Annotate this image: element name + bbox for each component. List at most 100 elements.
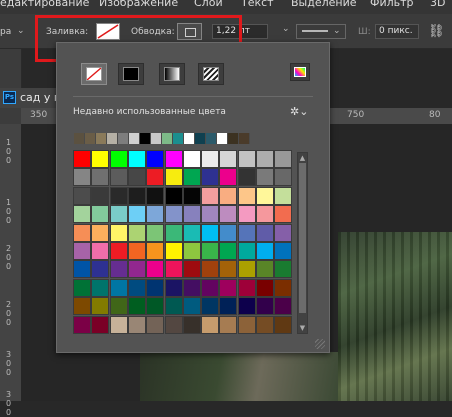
color-swatch[interactable] [91,150,110,168]
color-swatch[interactable] [219,297,238,316]
color-swatch[interactable] [237,315,256,334]
stroke-type-dropdown[interactable]: ⌄ [296,24,346,39]
recent-swatch[interactable] [195,133,206,144]
color-swatch[interactable] [109,242,128,260]
color-swatch[interactable] [219,278,238,297]
color-swatch[interactable] [127,297,146,316]
color-swatch[interactable] [146,168,165,187]
color-swatch[interactable] [237,150,256,168]
color-swatch[interactable] [201,297,220,316]
color-swatch[interactable] [73,186,91,205]
color-swatch[interactable] [127,205,146,224]
link-icon[interactable]: ⛓ [428,24,445,39]
color-swatch[interactable] [256,223,274,242]
color-swatch[interactable] [109,297,128,316]
color-swatch[interactable] [146,278,165,297]
recent-swatch[interactable] [217,133,228,144]
color-swatch[interactable] [127,260,146,279]
color-swatch[interactable] [109,278,128,297]
color-swatch[interactable] [237,278,256,297]
color-swatch[interactable] [182,260,201,279]
color-swatch[interactable] [127,223,146,242]
color-swatch[interactable] [274,223,293,242]
recent-swatch[interactable] [228,133,239,144]
color-swatch[interactable] [237,242,256,260]
color-swatch[interactable] [219,186,238,205]
color-swatch[interactable] [182,242,201,260]
color-swatch[interactable] [146,315,165,334]
color-swatch[interactable] [164,278,183,297]
color-swatch[interactable] [73,242,91,260]
color-swatch[interactable] [256,260,274,279]
color-swatch[interactable] [256,242,274,260]
color-swatch[interactable] [201,278,220,297]
recent-swatch[interactable] [107,133,118,144]
menu-3d[interactable]: 3D [430,0,445,9]
color-swatch[interactable] [73,315,91,334]
width-field[interactable]: 0 пикс. [375,24,419,39]
color-swatch[interactable] [256,278,274,297]
color-swatch[interactable] [201,242,220,260]
color-swatch[interactable] [73,260,91,279]
color-swatch[interactable] [182,315,201,334]
color-swatch[interactable] [201,150,220,168]
color-swatch[interactable] [164,186,183,205]
color-swatch[interactable] [91,297,110,316]
color-swatch[interactable] [73,168,91,187]
menu-filter[interactable]: Фильтр [370,0,414,9]
color-swatch[interactable] [164,150,183,168]
color-swatch[interactable] [256,150,274,168]
color-swatch[interactable] [201,223,220,242]
color-swatch[interactable] [146,205,165,224]
color-swatch[interactable] [274,278,293,297]
color-swatch[interactable] [219,260,238,279]
color-swatch[interactable] [274,205,293,224]
color-swatch[interactable] [182,278,201,297]
color-swatch[interactable] [127,278,146,297]
color-swatch[interactable] [109,205,128,224]
color-swatch[interactable] [274,186,293,205]
color-swatch[interactable] [146,297,165,316]
recent-swatch[interactable] [74,133,85,144]
recent-swatch[interactable] [96,133,107,144]
menu-image[interactable]: Изображение [99,0,178,9]
recent-swatch[interactable] [118,133,129,144]
color-swatch[interactable] [219,168,238,187]
color-swatch[interactable] [109,186,128,205]
recent-swatch[interactable] [184,133,195,144]
scrollbar[interactable]: ▲ ▼ [297,152,308,334]
color-swatch[interactable] [274,260,293,279]
color-swatch[interactable] [146,150,165,168]
solid-color-button[interactable] [118,63,144,85]
recent-swatch[interactable] [173,133,184,144]
color-swatch[interactable] [109,315,128,334]
color-swatch[interactable] [201,205,220,224]
color-swatch[interactable] [91,260,110,279]
color-swatch[interactable] [201,186,220,205]
menu-type[interactable]: Текст [241,0,274,9]
color-swatch[interactable] [237,205,256,224]
color-swatch[interactable] [256,297,274,316]
color-swatch[interactable] [91,223,110,242]
color-swatch[interactable] [73,205,91,224]
no-color-button[interactable] [81,63,107,85]
color-swatch[interactable] [73,297,91,316]
color-swatch[interactable] [256,186,274,205]
color-swatch[interactable] [127,150,146,168]
color-swatch[interactable] [91,278,110,297]
color-swatch[interactable] [73,150,91,168]
color-swatch[interactable] [73,223,91,242]
color-swatch[interactable] [237,168,256,187]
scroll-up-icon[interactable]: ▲ [298,153,307,163]
color-swatch[interactable] [91,315,110,334]
color-swatch[interactable] [219,150,238,168]
recent-swatch[interactable] [162,133,173,144]
mode-dropdown[interactable]: ра [0,27,11,37]
color-swatch[interactable] [237,297,256,316]
color-swatch[interactable] [164,315,183,334]
color-swatch[interactable] [164,242,183,260]
recent-swatch[interactable] [151,133,162,144]
color-swatch[interactable] [164,205,183,224]
color-swatch[interactable] [182,186,201,205]
color-swatch[interactable] [73,278,91,297]
